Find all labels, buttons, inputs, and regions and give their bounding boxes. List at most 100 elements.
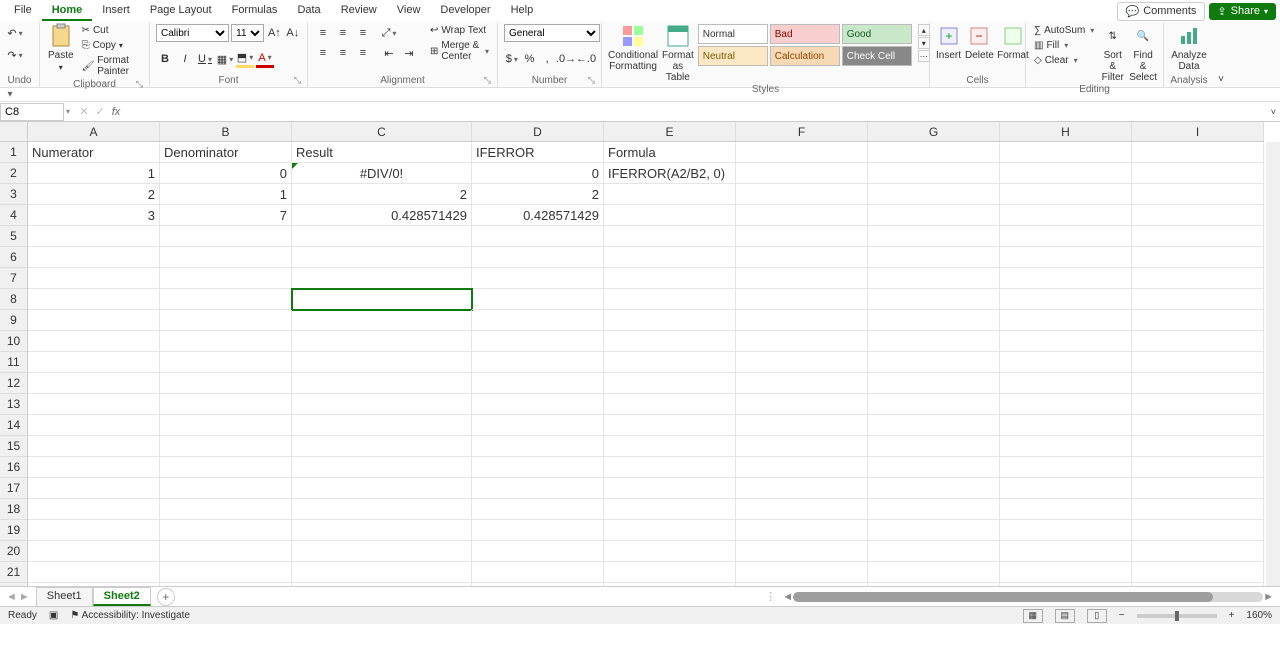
font-launcher[interactable]: ⤡ — [294, 75, 301, 86]
cell-B5[interactable] — [160, 226, 292, 247]
cell-D22[interactable] — [472, 583, 604, 586]
accounting-format-button[interactable]: $ — [504, 50, 520, 68]
cell-H9[interactable] — [1000, 310, 1132, 331]
cell-F5[interactable] — [736, 226, 868, 247]
gallery-down[interactable]: ▾ — [918, 37, 930, 49]
sheet-nav-next[interactable]: ► — [19, 591, 30, 603]
column-header-F[interactable]: F — [736, 122, 868, 142]
cell-G11[interactable] — [868, 352, 1000, 373]
find-select-button[interactable]: 🔍 Find & Select — [1129, 24, 1157, 83]
cell-B17[interactable] — [160, 478, 292, 499]
menu-insert[interactable]: Insert — [92, 1, 140, 21]
cell-G22[interactable] — [868, 583, 1000, 586]
sort-filter-button[interactable]: ⇅ Sort & Filter — [1100, 24, 1125, 83]
row-header-21[interactable]: 21 — [0, 562, 28, 583]
font-size-select[interactable]: 11 — [231, 24, 264, 42]
cell-C9[interactable] — [292, 310, 472, 331]
redo-button[interactable]: ↷ — [6, 46, 24, 64]
cell-D8[interactable] — [472, 289, 604, 310]
cell-G2[interactable] — [868, 163, 1000, 184]
cell-A22[interactable] — [28, 583, 160, 586]
cell-D15[interactable] — [472, 436, 604, 457]
cell-D11[interactable] — [472, 352, 604, 373]
row-header-4[interactable]: 4 — [0, 205, 28, 226]
cell-C4[interactable]: 0.428571429 — [292, 205, 472, 226]
cell-G17[interactable] — [868, 478, 1000, 499]
fx-button[interactable]: fx — [108, 106, 124, 118]
cell-A20[interactable] — [28, 541, 160, 562]
bold-button[interactable]: B — [156, 50, 174, 68]
cell-A16[interactable] — [28, 457, 160, 478]
cell-F9[interactable] — [736, 310, 868, 331]
align-top-button[interactable]: ≡ — [314, 24, 332, 42]
cell-I5[interactable] — [1132, 226, 1264, 247]
cell-B19[interactable] — [160, 520, 292, 541]
insert-cells-button[interactable]: + Insert — [936, 24, 961, 61]
cell-G19[interactable] — [868, 520, 1000, 541]
hscroll-left[interactable]: ◄ — [782, 591, 793, 603]
cell-A9[interactable] — [28, 310, 160, 331]
horizontal-scrollbar[interactable] — [793, 592, 1263, 602]
confirm-formula-button[interactable]: ✓ — [92, 105, 108, 118]
conditional-formatting-button[interactable]: Conditional Formatting — [608, 24, 658, 72]
cell-I15[interactable] — [1132, 436, 1264, 457]
cell-G15[interactable] — [868, 436, 1000, 457]
cell-G9[interactable] — [868, 310, 1000, 331]
cell-B10[interactable] — [160, 331, 292, 352]
cell-H7[interactable] — [1000, 268, 1132, 289]
undo-button[interactable]: ↶ — [6, 24, 24, 42]
cell-A21[interactable] — [28, 562, 160, 583]
cell-A19[interactable] — [28, 520, 160, 541]
cell-F4[interactable] — [736, 205, 868, 226]
menu-home[interactable]: Home — [42, 1, 93, 21]
row-header-22[interactable]: 22 — [0, 583, 28, 586]
cell-C2[interactable]: #DIV/0! — [292, 163, 472, 184]
cell-H2[interactable] — [1000, 163, 1132, 184]
cell-E12[interactable] — [604, 373, 736, 394]
cell-C6[interactable] — [292, 247, 472, 268]
cell-D16[interactable] — [472, 457, 604, 478]
cell-I19[interactable] — [1132, 520, 1264, 541]
cell-A17[interactable] — [28, 478, 160, 499]
cell-C1[interactable]: Result — [292, 142, 472, 163]
cell-C14[interactable] — [292, 415, 472, 436]
cell-B9[interactable] — [160, 310, 292, 331]
zoom-out-button[interactable]: − — [1119, 610, 1125, 621]
italic-button[interactable]: I — [176, 50, 194, 68]
cell-C13[interactable] — [292, 394, 472, 415]
increase-decimal-button[interactable]: .0→ — [557, 50, 575, 68]
autosum-button[interactable]: ∑AutoSum — [1032, 24, 1096, 37]
cell-E19[interactable] — [604, 520, 736, 541]
font-color-button[interactable]: A — [256, 50, 274, 68]
increase-font-button[interactable]: A↑ — [266, 24, 282, 42]
add-sheet-button[interactable]: + — [157, 588, 175, 606]
cell-G10[interactable] — [868, 331, 1000, 352]
format-as-table-button[interactable]: Format as Table — [662, 24, 694, 83]
cell-B18[interactable] — [160, 499, 292, 520]
font-name-select[interactable]: Calibri — [156, 24, 229, 42]
number-format-select[interactable]: General — [504, 24, 600, 42]
cell-F13[interactable] — [736, 394, 868, 415]
cell-H4[interactable] — [1000, 205, 1132, 226]
cell-H6[interactable] — [1000, 247, 1132, 268]
row-header-8[interactable]: 8 — [0, 289, 28, 310]
cell-A6[interactable] — [28, 247, 160, 268]
cell-I8[interactable] — [1132, 289, 1264, 310]
row-header-16[interactable]: 16 — [0, 457, 28, 478]
cell-G14[interactable] — [868, 415, 1000, 436]
decrease-indent-button[interactable]: ⇤ — [380, 44, 398, 62]
cell-A8[interactable] — [28, 289, 160, 310]
cut-button[interactable]: ✂Cut — [80, 24, 143, 37]
select-all-corner[interactable] — [0, 122, 28, 142]
cell-F19[interactable] — [736, 520, 868, 541]
fill-color-button[interactable]: ⬒ — [236, 50, 254, 68]
cell-A1[interactable]: Numerator — [28, 142, 160, 163]
copy-button[interactable]: ⎘Copy▾ — [80, 39, 143, 52]
comments-button[interactable]: 💬 Comments — [1117, 2, 1206, 21]
cell-I7[interactable] — [1132, 268, 1264, 289]
cell-B7[interactable] — [160, 268, 292, 289]
cell-G7[interactable] — [868, 268, 1000, 289]
cell-D3[interactable]: 2 — [472, 184, 604, 205]
cell-C12[interactable] — [292, 373, 472, 394]
cell-C16[interactable] — [292, 457, 472, 478]
